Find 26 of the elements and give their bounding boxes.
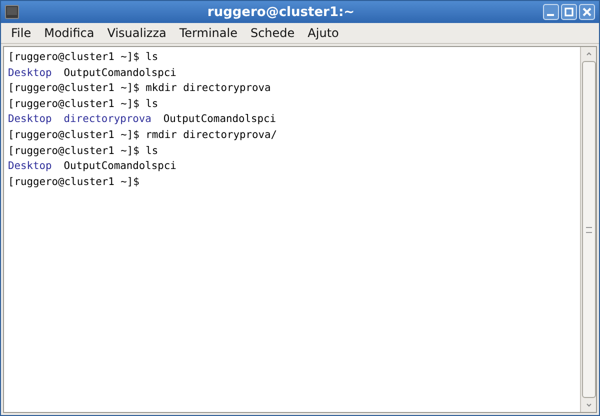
terminal-line: [ruggero@cluster1 ~]$ ls bbox=[8, 51, 158, 63]
file-name: directoryprova bbox=[64, 112, 152, 128]
file-name: OutputComandolspci bbox=[64, 66, 176, 81]
menu-item[interactable]: File bbox=[11, 26, 32, 40]
maximize-button[interactable] bbox=[561, 4, 577, 20]
terminal-icon bbox=[5, 5, 19, 19]
menu-item[interactable]: Ajuto bbox=[308, 26, 339, 40]
file-name: OutputComandolspci bbox=[64, 159, 176, 174]
terminal-line: [ruggero@cluster1 ~]$ bbox=[8, 176, 140, 188]
close-button[interactable] bbox=[579, 4, 595, 20]
menu-item[interactable]: Schede bbox=[250, 26, 295, 40]
menu-item[interactable]: Terminale bbox=[179, 26, 238, 40]
window-title: ruggero@cluster1:~ bbox=[206, 4, 356, 20]
file-name: Desktop bbox=[8, 66, 52, 81]
scrollbar[interactable] bbox=[580, 47, 596, 412]
menu-item[interactable]: Modifica bbox=[44, 26, 94, 40]
file-name: OutputComandolspci bbox=[163, 112, 276, 128]
terminal-line: [ruggero@cluster1 ~]$ ls bbox=[8, 98, 158, 110]
minimize-button[interactable] bbox=[543, 4, 559, 20]
scroll-thumb[interactable] bbox=[582, 61, 596, 398]
file-name: Desktop bbox=[8, 159, 52, 174]
file-name: Desktop bbox=[8, 112, 52, 128]
menu-item[interactable]: Visualizza bbox=[107, 26, 166, 40]
terminal-line: [ruggero@cluster1 ~]$ mkdir directoryprova bbox=[8, 82, 271, 94]
terminal-line: [ruggero@cluster1 ~]$ ls bbox=[8, 144, 158, 157]
terminal-line: [ruggero@cluster1 ~]$ rmdir directoryprova/ bbox=[8, 128, 277, 141]
